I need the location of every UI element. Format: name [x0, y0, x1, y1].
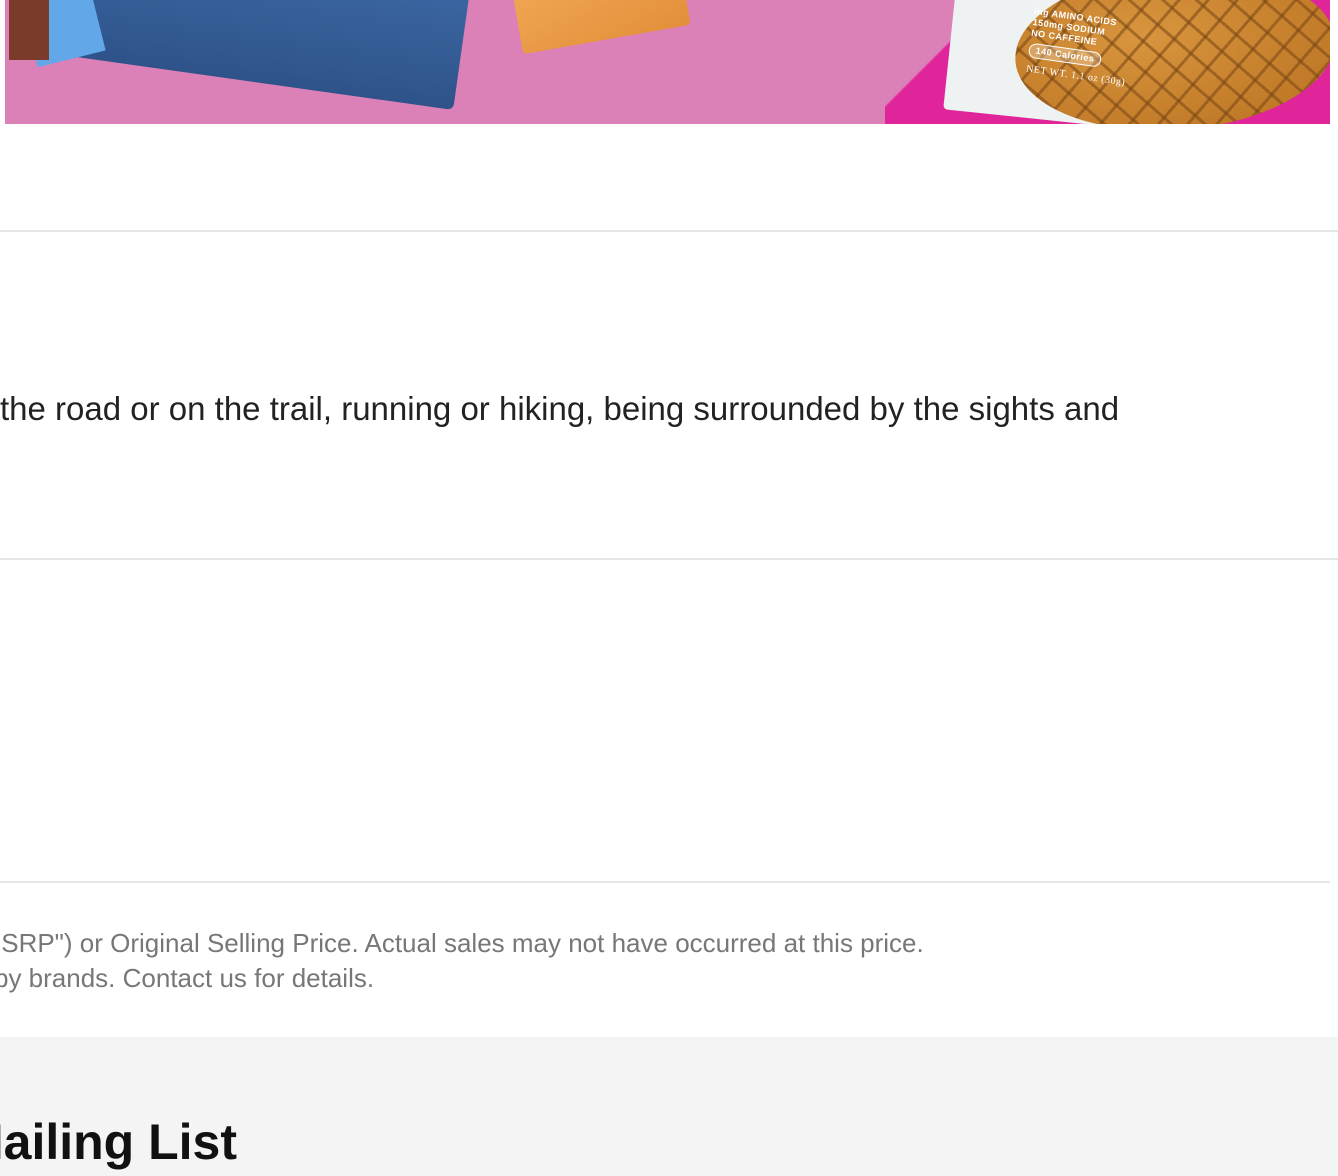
waffle-label: ing AMINO ACIDS 150mg SODIUM NO CAFFEINE… [1025, 6, 1134, 88]
product-hero-banner: ing AMINO ACIDS 150mg SODIUM NO CAFFEINE… [5, 0, 1330, 124]
pricing-disclaimer: ISRP") or Original Selling Price. Actual… [0, 926, 1094, 996]
page: ing AMINO ACIDS 150mg SODIUM NO CAFFEINE… [0, 0, 1338, 1176]
orange-product-package-image [509, 0, 691, 55]
mailing-list-heading: Mailing List [0, 1114, 237, 1170]
section-divider [0, 230, 1338, 232]
disclaimer-line: ISRP") or Original Selling Price. Actual… [0, 928, 924, 958]
product-description-text: the road or on the trail, running or hik… [0, 390, 1120, 427]
brown-package-accent [9, 0, 49, 60]
section-divider [0, 558, 1338, 560]
section-divider [0, 881, 1330, 883]
calories-badge: 140 Calories [1027, 42, 1103, 68]
disclaimer-line: by brands. Contact us for details. [0, 963, 375, 993]
